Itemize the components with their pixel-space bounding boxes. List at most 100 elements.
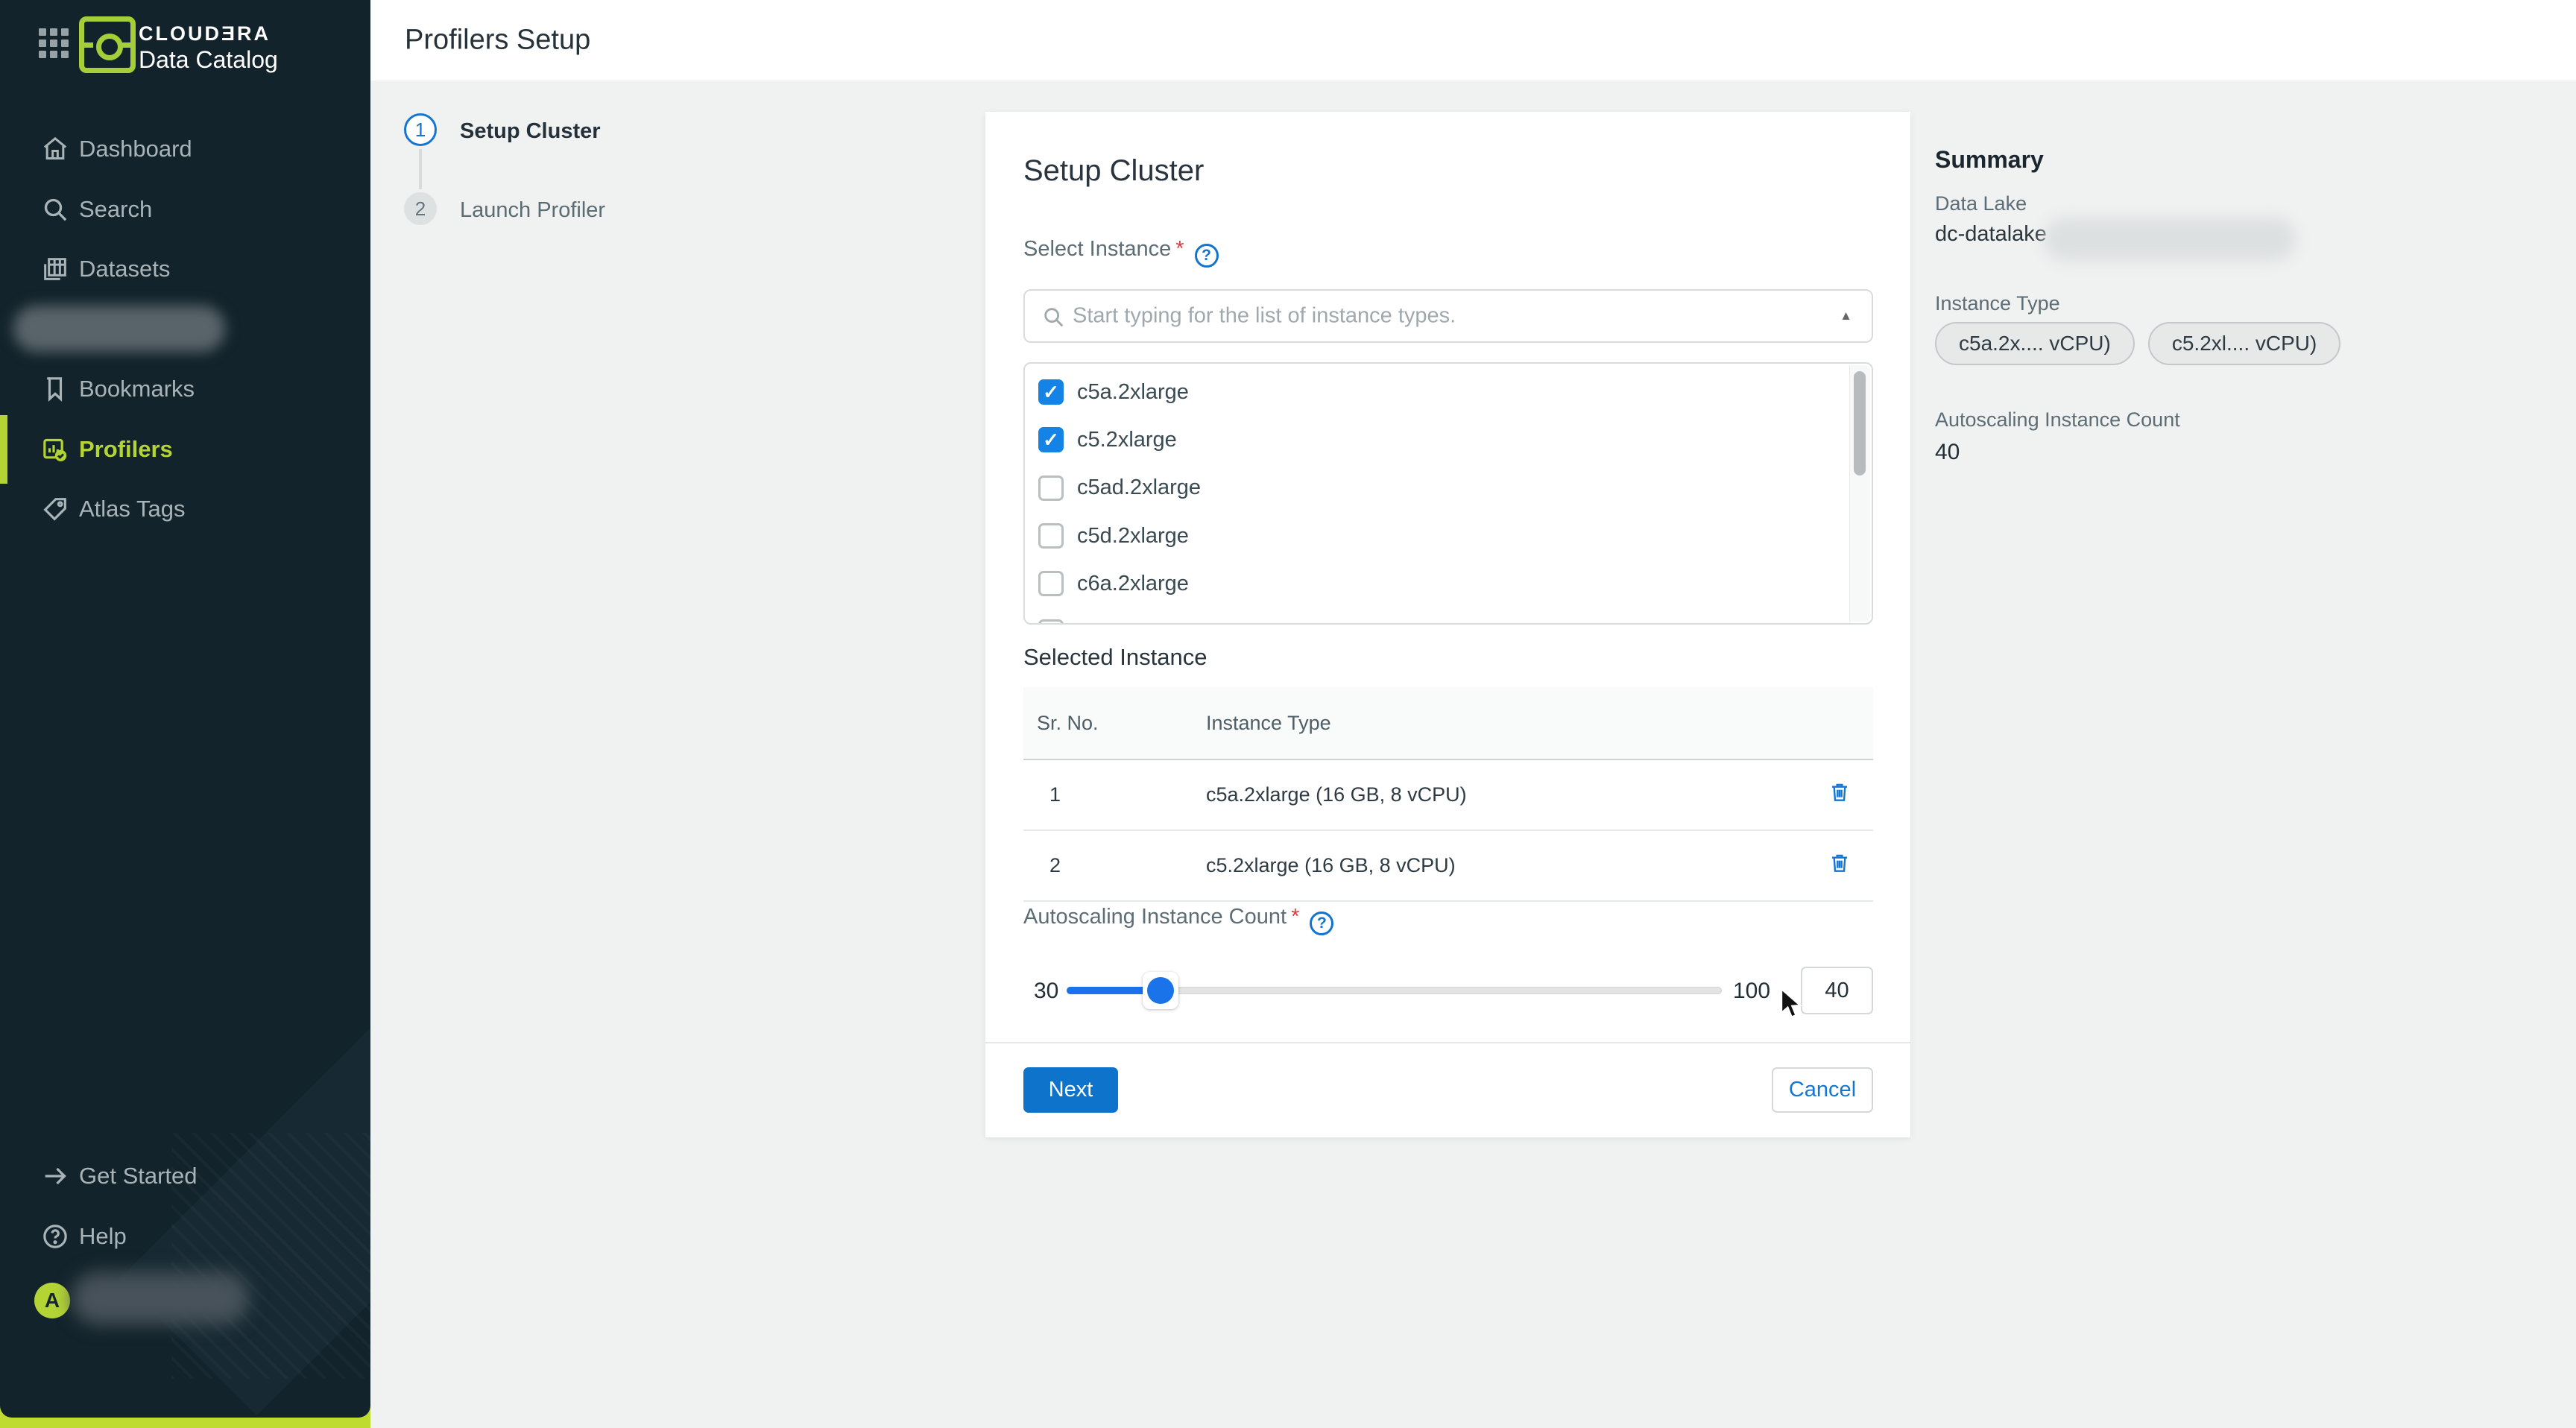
profilers-icon (40, 435, 70, 464)
data-lake-redacted (2044, 218, 2296, 261)
brand-product: Data Catalog (139, 46, 278, 74)
checkbox-unchecked-icon[interactable] (1038, 523, 1064, 549)
search-icon (1041, 305, 1067, 330)
selected-instance-heading: Selected Instance (1023, 644, 1207, 671)
help-circle-icon (40, 1222, 70, 1251)
sidebar-nav: Dashboard Search Datasets Bookmarks Profiler… (0, 119, 370, 540)
slider-max-label: 100 (1733, 979, 1770, 1004)
home-icon (40, 134, 70, 164)
checkbox-unchecked-icon[interactable] (1038, 619, 1064, 625)
setup-cluster-card: Setup Cluster Select Instance*? Start ty… (985, 112, 1910, 1137)
data-lake-label: Data Lake (1935, 192, 2027, 215)
listbox-scrollbar[interactable] (1849, 365, 1870, 622)
brand: CLOUDƎRA Data Catalog (0, 0, 370, 82)
autoscaling-slider-row: 30 100 40 (1023, 966, 1873, 1018)
instance-option-label: c5ad.2xlarge (1077, 476, 1201, 500)
step-1-indicator[interactable]: 1 (404, 113, 437, 146)
sidebar-item-label: Dashboard (79, 136, 192, 162)
sidebar-item-label: Atlas Tags (79, 496, 185, 522)
sidebar-item-get-started[interactable]: Get Started (0, 1146, 370, 1207)
avatar[interactable]: A (34, 1283, 70, 1318)
cloudera-logo-icon (79, 16, 136, 73)
required-asterisk: * (1171, 237, 1184, 261)
step-2-label[interactable]: Launch Profiler (460, 198, 605, 223)
instance-option-label: c5d.2xlarge (1077, 524, 1189, 549)
instance-type-label: Instance Type (1935, 292, 2060, 315)
topbar: Profilers Setup (370, 0, 2576, 80)
instance-type-chip: c5.2xl.... vCPU) (2148, 322, 2340, 365)
sidebar-item-help[interactable]: Help (0, 1207, 370, 1267)
sidebar-item-label: Get Started (79, 1163, 198, 1190)
row-instance-type: c5a.2xlarge (16 GB, 8 vCPU) (1206, 783, 1806, 806)
instance-search-input[interactable]: Start typing for the list of instance ty… (1023, 289, 1873, 343)
instance-options-listbox: ✓ c5a.2xlarge ✓ c5.2xlarge c5ad.2xlarge c5d.2… (1023, 362, 1873, 625)
sidebar-footer-nav: Get Started Help (0, 1146, 370, 1266)
instance-option-c5a.2xlarge[interactable]: ✓ c5a.2xlarge (1025, 368, 1837, 416)
sidebar-item-search[interactable]: Search (0, 180, 370, 240)
instance-option-c5.2xlarge[interactable]: ✓ c5.2xlarge (1025, 416, 1837, 464)
select-instance-label-text: Select Instance (1023, 237, 1171, 261)
slider-track[interactable] (1067, 987, 1722, 994)
instance-option-partial[interactable] (1025, 608, 1837, 625)
instance-option-c5ad.2xlarge[interactable]: c5ad.2xlarge (1025, 464, 1837, 512)
instance-type-chips: c5a.2x.... vCPU)c5.2xl.... vCPU) (1935, 322, 2340, 365)
user-name-redacted (72, 1272, 249, 1324)
user-row[interactable]: A (0, 1284, 370, 1344)
summary-autoscaling-value: 40 (1935, 440, 1960, 465)
instance-option-label: c5.2xlarge (1077, 428, 1177, 452)
summary-title: Summary (1935, 146, 2531, 174)
required-asterisk: * (1287, 905, 1299, 929)
step-1-label[interactable]: Setup Cluster (460, 119, 601, 144)
app-switcher-icon[interactable] (39, 28, 70, 60)
sidebar-item-label: Profilers (79, 436, 173, 463)
mouse-cursor (1780, 988, 1808, 1020)
step-2-indicator[interactable]: 2 (404, 192, 437, 225)
selected-instance-table: Sr. No. Instance Type 1c5a.2xlarge (16 G… (1023, 687, 1873, 902)
instance-option-c6a.2xlarge[interactable]: c6a.2xlarge (1025, 560, 1837, 607)
sidebar-item-label: Datasets (79, 256, 170, 282)
checkbox-checked-icon[interactable]: ✓ (1038, 427, 1064, 452)
tag-icon (40, 494, 70, 524)
card-footer-divider (985, 1042, 1910, 1043)
delete-instance-icon[interactable] (1828, 851, 1852, 880)
row-sr-no: 1 (1023, 783, 1206, 806)
page-title: Profilers Setup (405, 25, 590, 57)
cancel-button[interactable]: Cancel (1772, 1067, 1873, 1113)
sidebar-item-redacted[interactable] (0, 300, 370, 360)
autoscaling-value-input[interactable]: 40 (1801, 967, 1873, 1014)
search-icon (40, 195, 70, 224)
col-sr-no: Sr. No. (1023, 712, 1206, 735)
data-lake-value: dc-datalake (1935, 222, 2047, 247)
delete-instance-icon[interactable] (1828, 780, 1852, 809)
next-button[interactable]: Next (1023, 1067, 1118, 1113)
datasets-icon (40, 254, 70, 284)
checkbox-unchecked-icon[interactable] (1038, 571, 1064, 596)
scrollbar-thumb[interactable] (1854, 371, 1866, 476)
slider-handle[interactable] (1147, 977, 1174, 1004)
dropdown-caret-icon[interactable]: ▲ (1840, 309, 1852, 323)
sidebar-item-datasets[interactable]: Datasets (0, 239, 370, 300)
sidebar: CLOUDƎRA Data Catalog Dashboard Search Dat… (0, 0, 370, 1428)
sidebar-panel: CLOUDƎRA Data Catalog Dashboard Search Dat… (0, 0, 370, 1418)
autoscaling-help-icon[interactable]: ? (1310, 912, 1333, 935)
checkbox-unchecked-icon[interactable] (1038, 476, 1064, 501)
instance-option-label: c5a.2xlarge (1077, 380, 1189, 405)
instance-option-c5d.2xlarge[interactable]: c5d.2xlarge (1025, 512, 1837, 560)
col-instance-type: Instance Type (1206, 712, 1806, 735)
sidebar-item-bookmarks[interactable]: Bookmarks (0, 359, 370, 420)
table-header-row: Sr. No. Instance Type (1023, 687, 1873, 760)
row-sr-no: 2 (1023, 854, 1206, 877)
select-instance-help-icon[interactable]: ? (1195, 244, 1219, 268)
sidebar-item-label: Help (79, 1223, 127, 1250)
instance-option-label: c6a.2xlarge (1077, 572, 1189, 596)
search-placeholder: Start typing for the list of instance ty… (1073, 304, 1456, 329)
checkbox-checked-icon[interactable]: ✓ (1038, 379, 1064, 405)
sidebar-item-atlas-tags[interactable]: Atlas Tags (0, 479, 370, 540)
row-instance-type: c5.2xlarge (16 GB, 8 vCPU) (1206, 854, 1806, 877)
autoscaling-label-text: Autoscaling Instance Count (1023, 905, 1287, 929)
profilers-setup-page: CLOUDƎRA Data Catalog Dashboard Search Dat… (0, 0, 2576, 1428)
summary-panel: Summary Data Lake dc-datalake Instance T… (1935, 146, 2531, 174)
sidebar-item-dashboard[interactable]: Dashboard (0, 119, 370, 180)
sidebar-item-label: Bookmarks (79, 376, 195, 402)
sidebar-item-profilers[interactable]: Profilers (0, 420, 370, 480)
